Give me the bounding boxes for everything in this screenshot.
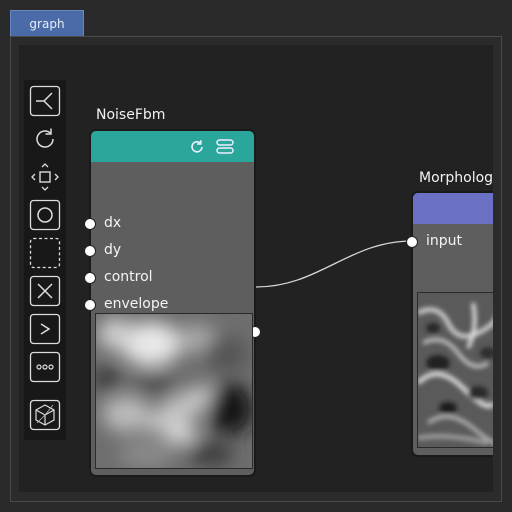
port-dy[interactable]: [84, 245, 96, 257]
move-arrows-icon: [31, 163, 59, 191]
node-noisefbm[interactable]: dx dy control envelope output: [84, 129, 261, 477]
port-label-dy: dy: [104, 242, 122, 258]
tool-palette: [24, 80, 66, 440]
tool-reload[interactable]: [28, 122, 62, 156]
reload-icon: [36, 128, 54, 148]
tool-run[interactable]: [28, 312, 62, 346]
settings-toggle-icon[interactable]: [215, 137, 235, 157]
port-envelope[interactable]: [84, 299, 96, 311]
port-label-dx: dx: [104, 215, 122, 231]
dashed-square-icon: [29, 237, 61, 269]
tool-3d-view[interactable]: [28, 398, 62, 432]
layout-branch-icon: [29, 85, 61, 117]
reload-icon[interactable]: [187, 137, 207, 157]
port-control[interactable]: [84, 272, 96, 284]
port-dx[interactable]: [84, 218, 96, 230]
circle-icon: [29, 199, 61, 231]
port-label-control: control: [104, 269, 153, 285]
port-input[interactable]: [406, 236, 418, 248]
tool-delete[interactable]: [28, 274, 62, 308]
tab-graph-label: graph: [29, 16, 65, 31]
cube-3d-icon: [29, 399, 61, 431]
port-label-envelope: envelope: [104, 296, 169, 312]
tool-layout[interactable]: [28, 84, 62, 118]
chevron-right-icon: [29, 313, 61, 345]
tool-move[interactable]: [28, 160, 62, 194]
tool-more[interactable]: [28, 350, 62, 384]
noise-preview-image: [95, 313, 253, 469]
close-icon: [29, 275, 61, 307]
morphology-preview-image: [417, 292, 493, 448]
node-morphology[interactable]: input: [406, 191, 493, 457]
more-dots-icon: [29, 351, 61, 383]
port-label-input: input: [426, 233, 463, 249]
tab-graph[interactable]: graph: [10, 10, 84, 36]
node-morphology-title: Morpholog: [419, 170, 493, 186]
tool-select-box[interactable]: [28, 236, 62, 270]
node-morphology-header[interactable]: [413, 193, 493, 224]
graph-canvas[interactable]: NoiseFbm dx dy control envelope output: [19, 45, 493, 492]
tool-circle[interactable]: [28, 198, 62, 232]
node-noisefbm-title: NoiseFbm: [96, 107, 166, 123]
